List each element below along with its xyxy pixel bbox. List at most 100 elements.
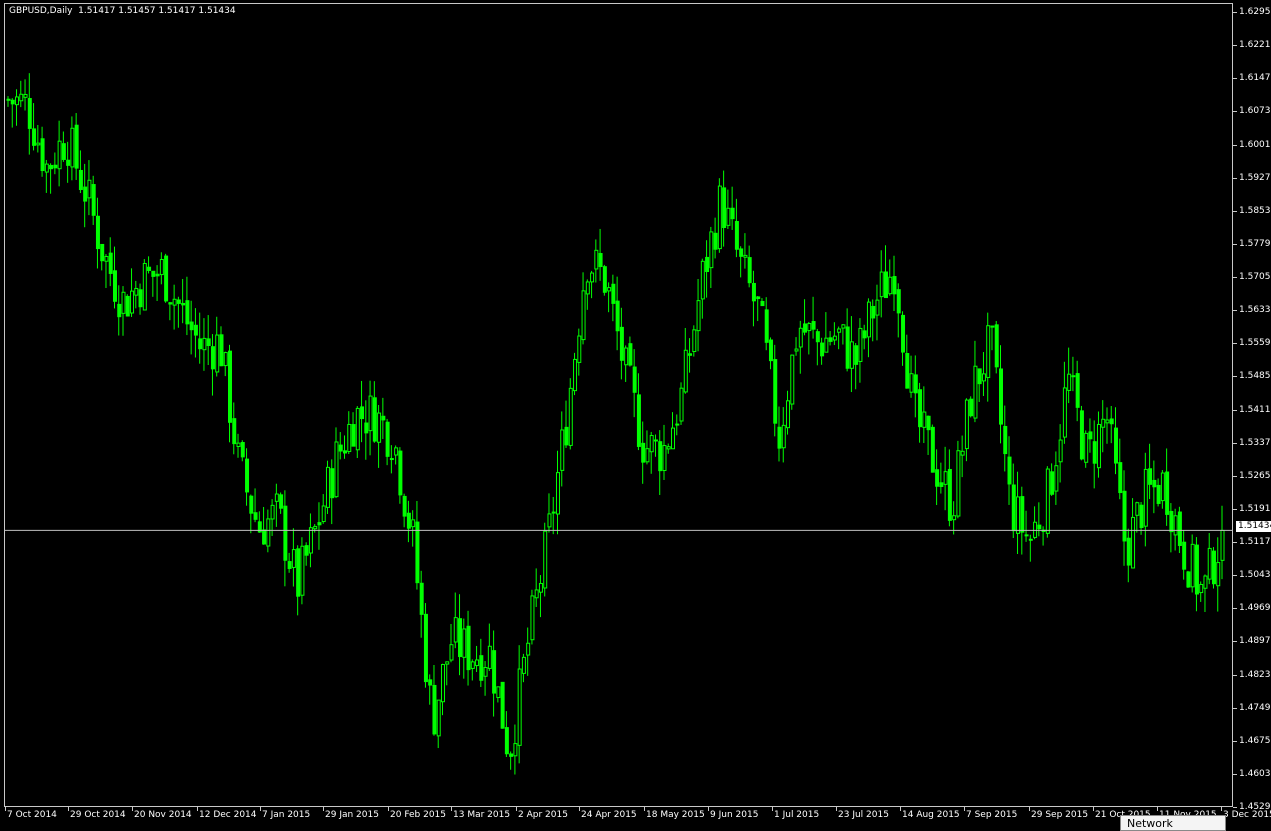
candle-body [675, 423, 680, 426]
candle-body [274, 493, 279, 502]
candle-body [1075, 373, 1080, 408]
candle-body [228, 350, 233, 423]
candle-body [210, 346, 215, 370]
candle-body [355, 407, 360, 451]
price-axis-tick [1233, 277, 1237, 278]
candle-body [61, 143, 66, 160]
candle-body [1203, 575, 1208, 589]
price-axis-label: 1.47490 [1239, 702, 1271, 713]
candle-body [168, 302, 173, 305]
candle-body [423, 613, 428, 683]
candle-body [1211, 550, 1216, 585]
candle-body [125, 295, 130, 317]
candle-body [517, 668, 522, 746]
candle-body [504, 727, 509, 755]
price-axis-label: 1.56330 [1239, 305, 1271, 316]
candle-body [905, 352, 910, 389]
time-axis-label: 1 Jul 2015 [774, 810, 820, 820]
candle-body [858, 327, 863, 362]
candle-body [304, 545, 309, 556]
time-axis-tick [5, 807, 6, 811]
candle-body [466, 625, 471, 671]
price-chart[interactable] [0, 0, 1271, 827]
candle-body [956, 450, 961, 517]
candle-body [935, 469, 940, 487]
candle-body [245, 458, 250, 493]
candle-body [138, 289, 143, 308]
price-axis-label: 1.60730 [1239, 106, 1271, 117]
price-axis-tick [1233, 542, 1237, 543]
price-axis-label: 1.51910 [1239, 503, 1271, 514]
candle-body [321, 505, 326, 523]
candle-body [1011, 484, 1016, 532]
candle-body [645, 448, 650, 463]
price-axis-label: 1.52650 [1239, 470, 1271, 481]
candle-body [803, 323, 808, 333]
candle-body [317, 522, 322, 526]
candle-body [1135, 502, 1140, 516]
time-axis-label: 29 Oct 2014 [70, 810, 126, 820]
price-axis[interactable]: 1.62950 1.62210 1.61470 1.60730 1.60010 1.592… [1233, 0, 1271, 827]
price-axis-tick [1233, 111, 1237, 113]
price-axis-tick [1233, 12, 1237, 13]
time-axis[interactable]: 7 Oct 2014 29 Oct 2014 20 Nov 2014 12 Dec 2… [0, 807, 1271, 827]
candle-body [1165, 471, 1170, 515]
price-axis-label: 1.49690 [1239, 603, 1271, 614]
price-axis-tick [1233, 740, 1237, 742]
candle-body [1101, 418, 1106, 428]
time-axis-tick [451, 807, 452, 811]
candle-body [377, 412, 382, 443]
candle-body [624, 347, 629, 366]
time-axis-label: 3 Dec 2015 [1223, 810, 1271, 820]
time-axis-tick [388, 807, 389, 811]
candle-body [649, 435, 654, 453]
candle-body [449, 644, 454, 661]
time-axis-label: 20 Nov 2014 [134, 810, 192, 820]
candle-body [70, 127, 75, 168]
price-axis-tick [1233, 210, 1237, 212]
time-axis-tick [708, 807, 709, 811]
candle-body [368, 395, 373, 432]
candle-body [969, 398, 974, 417]
time-axis-label: 20 Feb 2015 [390, 810, 447, 820]
candle-body [240, 442, 245, 458]
time-axis-label: 9 Jun 2015 [710, 810, 759, 820]
candle-body [1216, 562, 1221, 587]
candle-body [487, 645, 492, 669]
candle-body [1007, 456, 1012, 485]
price-axis-tick [1233, 641, 1237, 643]
candle-body [394, 447, 399, 456]
time-axis-label: 23 Jul 2015 [838, 810, 889, 820]
candle-body [44, 163, 49, 173]
price-axis-label: 1.61470 [1239, 73, 1271, 84]
candle-body [577, 335, 582, 363]
candle-body [751, 282, 756, 302]
candle-body [1028, 538, 1033, 541]
candle-body [496, 686, 501, 699]
candle-body [581, 290, 586, 341]
price-axis-label: 1.59270 [1239, 172, 1271, 183]
candle-body [202, 337, 207, 351]
candle-body [83, 186, 88, 202]
candle-body [973, 365, 978, 419]
candle-body [1109, 418, 1114, 425]
candle-body [743, 254, 748, 258]
price-axis-label: 1.50430 [1239, 570, 1271, 581]
chart-window[interactable]: GBPUSD,Daily 1.51417 1.51457 1.51417 1.5… [0, 0, 1271, 831]
candle-body [883, 271, 888, 299]
candle-body [977, 368, 982, 385]
price-axis-tick [1233, 773, 1237, 775]
candle-body [1067, 373, 1072, 391]
candle-body [871, 305, 876, 319]
time-axis-tick [772, 807, 773, 811]
candle-body [104, 256, 109, 262]
candle-body [112, 270, 117, 302]
time-axis-label: 18 May 2015 [646, 810, 705, 820]
candle-body [666, 446, 671, 450]
candle-body [347, 423, 352, 453]
candle-body [1169, 510, 1174, 533]
candle-body [922, 411, 927, 428]
price-axis-tick [1233, 376, 1237, 378]
candle-body [1062, 387, 1067, 438]
candle-body [598, 253, 603, 268]
